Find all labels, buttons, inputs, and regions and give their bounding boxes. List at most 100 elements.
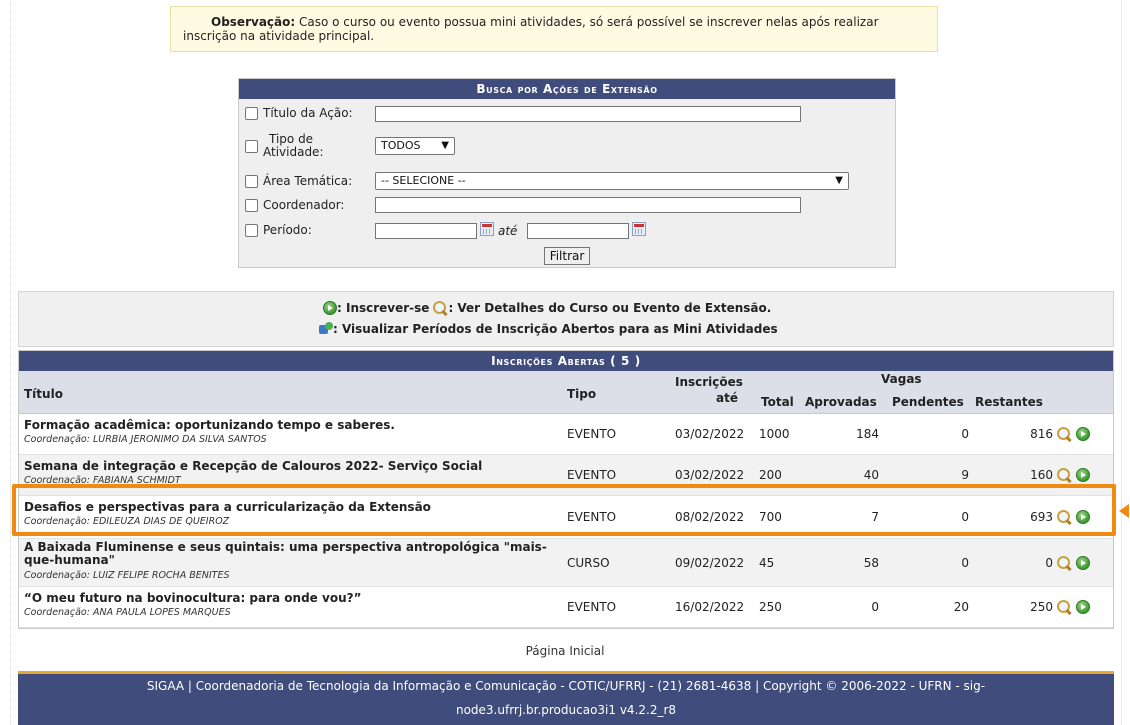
note-text-1: Caso o curso ou evento possua mini ativi… [299, 15, 879, 29]
table-row: “O meu futuro na bovinocultura: para ond… [19, 587, 1113, 628]
row-restantes: 0 [1045, 556, 1053, 570]
highlight-arrow [1119, 504, 1129, 518]
periodo-checkbox[interactable] [245, 224, 258, 237]
row-actions [1056, 426, 1090, 442]
coordenador-checkbox[interactable] [245, 199, 258, 212]
table-row: A Baixada Fluminense e seus quintais: um… [19, 539, 1113, 587]
row-aprovadas: 40 [863, 468, 879, 482]
col-inscricoes: Inscrições [675, 375, 743, 389]
row-aprovadas: 58 [863, 556, 879, 570]
area-select[interactable]: -- SELECIONE -- ▼ [375, 172, 849, 190]
row-aprovadas: 0 [871, 600, 879, 614]
go-icon [323, 301, 337, 315]
row-inscricoes-ate: 09/02/2022 [675, 556, 745, 570]
periodo-label: Período: [263, 223, 312, 237]
col-aprovadas: Aprovadas [805, 395, 877, 409]
row-tipo: EVENTO [567, 600, 617, 614]
highlight-box [12, 484, 1116, 536]
home-link-label[interactable]: Página Inicial [526, 644, 605, 658]
row-tipo: EVENTO [567, 468, 617, 482]
titulo-checkbox[interactable] [245, 107, 258, 120]
coordenador-label: Coordenador: [263, 198, 345, 212]
area-label: Área Temática: [263, 174, 353, 188]
row-inscricoes-ate: 16/02/2022 [675, 600, 745, 614]
area-select-value: -- SELECIONE -- [381, 174, 466, 187]
col-inscricoes-ate: até [716, 391, 738, 405]
magnifier-icon[interactable] [1056, 555, 1072, 571]
footer-line-1: SIGAA | Coordenadoria de Tecnologia da I… [146, 679, 986, 693]
chevron-down-icon: ▼ [441, 140, 449, 151]
filter-tipo-row: Tipo de Atividade: [245, 133, 324, 159]
go-icon[interactable] [1076, 556, 1090, 570]
table-row: Formação acadêmica: oportunizando tempo … [19, 414, 1113, 455]
row-coordenacao: Coordenação: LURBIA JERONIMO DA SILVA SA… [24, 434, 267, 445]
row-pendentes: 0 [961, 556, 969, 570]
row-total: 45 [759, 556, 775, 570]
calendar-icon[interactable] [632, 222, 646, 236]
puzzle-icon [319, 322, 333, 336]
observation-note: Observação: Caso o curso ou evento possu… [170, 6, 938, 52]
search-form-title: Busca por Ações de Extensão [239, 79, 895, 99]
coordenador-input[interactable] [375, 197, 801, 213]
row-aprovadas: 184 [856, 427, 879, 441]
icon-legend: : Inscrever-se : Ver Detalhes do Curso o… [18, 291, 1114, 347]
legend-periodos: : Visualizar Períodos de Inscrição Abert… [333, 322, 778, 336]
table-header: Título Tipo Inscrições até Vagas Total A… [19, 371, 1113, 414]
row-title: “O meu futuro na bovinocultura: para ond… [24, 591, 362, 605]
filter-coordenador-row: Coordenador: [245, 199, 344, 212]
search-form: Busca por Ações de Extensão Título da Aç… [238, 78, 896, 268]
tipo-select[interactable]: TODOS ▼ [375, 137, 455, 155]
col-titulo: Título [24, 387, 63, 401]
filter-titulo-row: Título da Ação: [245, 107, 353, 120]
legend-line-1: : Inscrever-se : Ver Detalhes do Curso o… [323, 300, 771, 316]
footer: SIGAA | Coordenadoria de Tecnologia da I… [18, 671, 1114, 725]
tipo-checkbox[interactable] [245, 139, 258, 153]
row-pendentes: 9 [961, 468, 969, 482]
tipo-label: Tipo de Atividade: [263, 133, 324, 159]
periodo-inicio-input[interactable] [375, 223, 477, 239]
titulo-input[interactable] [375, 106, 801, 122]
magnifier-icon[interactable] [1056, 426, 1072, 442]
home-link[interactable]: Página Inicial [0, 644, 1130, 658]
magnifier-icon[interactable] [1056, 467, 1072, 483]
magnifier-icon[interactable] [1056, 599, 1072, 615]
row-title: A Baixada Fluminense e seus quintais: um… [24, 540, 547, 567]
calendar-icon[interactable] [480, 222, 494, 236]
note-label: Observação: [211, 15, 296, 29]
filtrar-button[interactable]: Filtrar [544, 247, 590, 265]
row-total: 1000 [759, 427, 790, 441]
row-actions [1056, 467, 1090, 483]
row-title: Formação acadêmica: oportunizando tempo … [24, 418, 395, 432]
row-actions [1056, 555, 1090, 571]
row-restantes: 250 [1030, 600, 1053, 614]
tipo-label-2: Atividade: [263, 145, 324, 159]
periodo-fim-input[interactable] [527, 223, 629, 239]
col-pendentes: Pendentes [892, 395, 964, 409]
legend-line-2: : Visualizar Períodos de Inscrição Abert… [319, 322, 778, 336]
row-pendentes: 0 [961, 427, 969, 441]
col-restantes: Restantes [975, 395, 1043, 409]
tipo-select-value: TODOS [381, 139, 421, 152]
row-total: 200 [759, 468, 782, 482]
row-actions [1056, 599, 1090, 615]
row-tipo: EVENTO [567, 427, 617, 441]
filter-area-row: Área Temática: [245, 175, 352, 188]
row-pendentes: 20 [953, 600, 969, 614]
go-icon[interactable] [1076, 427, 1090, 441]
col-vagas: Vagas [881, 372, 922, 386]
row-restantes: 816 [1030, 427, 1053, 441]
chevron-down-icon: ▼ [835, 175, 843, 186]
area-checkbox[interactable] [245, 175, 258, 188]
go-icon[interactable] [1076, 600, 1090, 614]
row-inscricoes-ate: 03/02/2022 [675, 468, 745, 482]
row-total: 250 [759, 600, 782, 614]
row-coordenacao: Coordenação: LUIZ FELIPE ROCHA BENITES [24, 570, 230, 581]
go-icon[interactable] [1076, 468, 1090, 482]
results-title: Inscrições Abertas ( 5 ) [19, 351, 1113, 371]
legend-detalhes: : Ver Detalhes do Curso ou Evento de Ext… [448, 301, 772, 315]
col-total: Total [761, 395, 794, 409]
filter-periodo-row: Período: [245, 224, 312, 237]
row-inscricoes-ate: 03/02/2022 [675, 427, 745, 441]
ate-label: até [498, 224, 518, 238]
magnifier-icon [432, 300, 448, 316]
